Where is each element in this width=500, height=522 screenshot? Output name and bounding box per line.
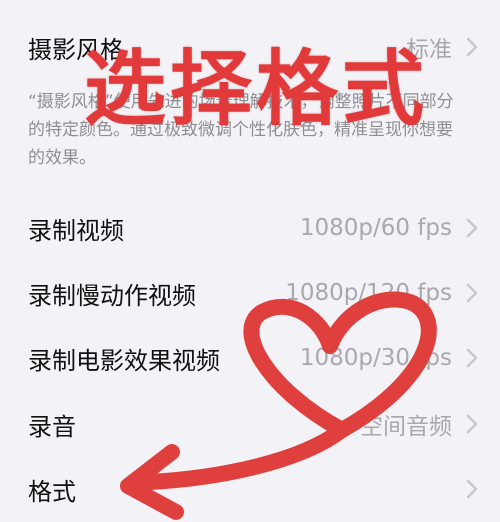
heart-arrow-icon	[120, 291, 437, 520]
